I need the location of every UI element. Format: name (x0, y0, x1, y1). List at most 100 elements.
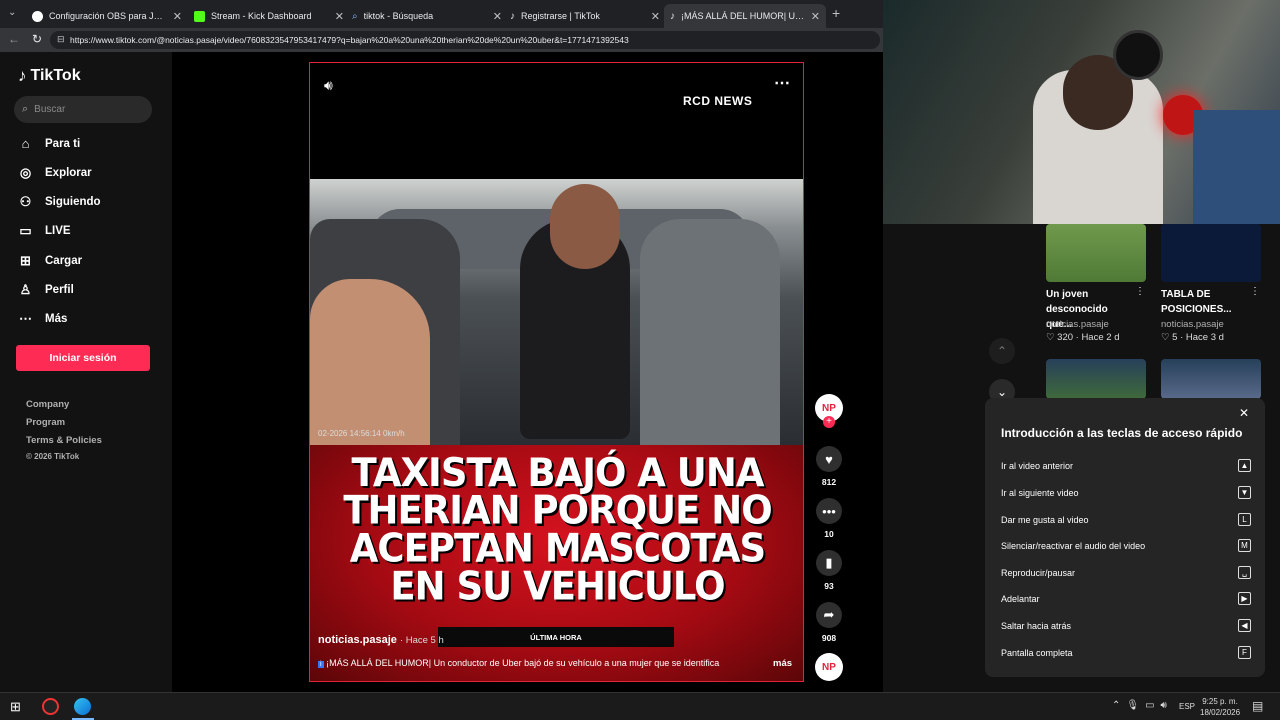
post-time: · Hace 5 h (399, 635, 444, 646)
footer-link-terms[interactable]: Terms & Policies (26, 435, 102, 446)
sidebar-item-label: Explorar (45, 167, 92, 179)
front-passenger-seat (640, 219, 780, 445)
windows-start-icon[interactable]: ⊞ (10, 699, 21, 715)
heart-icon: ♡ (1161, 332, 1173, 343)
shortcut-label: Ir al video anterior (1001, 460, 1074, 471)
tab-title: tiktok - Búsqueda (363, 11, 434, 21)
sound-avatar[interactable]: NP (815, 653, 843, 681)
shortcut-row: Ir al siguiente video ▼ (1001, 486, 1251, 499)
m-key-icon: M (1238, 539, 1251, 552)
sidebar-item-siguiendo[interactable]: ⚇ Siguiendo (18, 194, 101, 210)
live-icon: ▭ (19, 223, 32, 238)
save-button[interactable]: ▮ 93 (815, 550, 843, 591)
arrow-down-key-icon: ▼ (1238, 486, 1251, 499)
passenger-head (550, 184, 620, 269)
sidebar-item-perfil[interactable]: ♙ Perfil (18, 282, 74, 298)
close-icon[interactable]: ✕ (1239, 406, 1249, 420)
related-more-icon[interactable]: ⋮ (1250, 286, 1260, 297)
caption-more-link[interactable]: más (773, 658, 792, 669)
language-indicator[interactable]: ESP (1179, 702, 1195, 711)
close-tab-icon[interactable]: ✕ (651, 10, 660, 23)
sidebar-item-label: Siguiendo (45, 196, 101, 208)
search-input[interactable]: ⌕ Buscar (14, 96, 152, 123)
related-more-icon[interactable]: ⋮ (1135, 286, 1145, 297)
clock[interactable]: 9:25 p. m. 18/02/2026 (1200, 696, 1240, 718)
sidebar-item-mas[interactable]: ⋯ Más (18, 311, 67, 327)
system-tray-icons[interactable]: ⌃🎙︎▭🔊︎ (1112, 700, 1173, 711)
related-thumb-2[interactable] (1161, 224, 1261, 282)
video-frame-scene: 02-2026 14:56:14 0km/h (310, 179, 803, 445)
related-thumb-4[interactable] (1161, 359, 1261, 399)
comment-button[interactable]: ••• 10 (815, 498, 843, 539)
follow-plus-icon[interactable]: + (823, 416, 835, 428)
heart-icon: ♡ (1046, 332, 1058, 343)
video-options-icon[interactable]: ⋯ (774, 73, 790, 93)
shortcut-row: Dar me gusta al video L (1001, 513, 1251, 526)
browser-tab-3[interactable]: ⌕ tiktok - Búsqueda ✕ (346, 4, 508, 28)
shortcut-row: Saltar hacia atrás ◀ (1001, 619, 1251, 632)
copyright: © 2026 TikTok (26, 452, 80, 461)
tiktok-logo-icon: ♪ (18, 66, 27, 85)
notification-icon[interactable]: ▤ (1252, 699, 1263, 713)
browser-tab-1[interactable]: Configuración OBS para Jugar ✕ (26, 4, 188, 28)
shortcut-row: Ir al video anterior ▲ (1001, 459, 1251, 472)
back-icon[interactable]: ← (8, 32, 20, 46)
shortcut-label: Silenciar/reactivar el audio del video (1001, 540, 1146, 551)
arrow-left-key-icon: ◀ (1238, 619, 1251, 632)
obs-tab-icon (32, 10, 43, 22)
related-stats-text: 320 · Hace 2 d (1057, 332, 1120, 343)
info-icon: i (318, 661, 324, 668)
tiktok-logo[interactable]: ♪ TikTok (18, 66, 81, 86)
login-button[interactable]: Iniciar sesión (16, 345, 150, 371)
volume-icon[interactable]: 🔊︎ (324, 77, 333, 94)
comment-icon: ••• (816, 498, 842, 524)
site-info-icon[interactable]: ⊟ (57, 34, 65, 45)
close-tab-icon[interactable]: ✕ (493, 10, 502, 23)
author-name[interactable]: noticias.pasaje (318, 634, 397, 646)
sidebar-item-explorar[interactable]: ◎ Explorar (18, 165, 92, 181)
sidebar-item-label: LIVE (45, 225, 71, 237)
tab-title: ¡MÁS ALLÁ DEL HUMOR| Un co (681, 11, 805, 21)
sidebar-item-cargar[interactable]: ⊞ Cargar (18, 253, 82, 269)
reload-icon[interactable]: ↻ (32, 32, 42, 46)
tab-title: Stream - Kick Dashboard (211, 11, 312, 21)
address-bar[interactable]: ⊟ https://www.tiktok.com/@noticias.pasaj… (50, 31, 880, 49)
sidebar-item-label: Para ti (45, 137, 81, 150)
edge-app-icon[interactable] (74, 698, 91, 715)
windows-taskbar: ⊞ ⌃🎙︎▭🔊︎ ESP 9:25 p. m. 18/02/2026 ▤ (0, 692, 1280, 720)
close-tab-icon[interactable]: ✕ (335, 10, 344, 23)
share-button[interactable]: ➦ 908 (815, 602, 843, 643)
browser-tab-4[interactable]: ♪ Registrarse | TikTok ✕ (504, 4, 666, 28)
obs-app-icon[interactable] (42, 698, 59, 715)
save-count: 93 (824, 581, 834, 591)
keyboard-shortcuts-popup: ✕ Introducción a las teclas de acceso rá… (985, 398, 1265, 677)
footer-link-program[interactable]: Program (26, 417, 65, 428)
browser-tab-strip: ⌄ Configuración OBS para Jugar ✕ Stream … (0, 0, 883, 28)
video-caption: i ¡MÁS ALLÁ DEL HUMOR| Un conductor de U… (318, 658, 758, 668)
footer-link-company[interactable]: Company (26, 399, 69, 410)
new-tab-icon[interactable]: + (832, 5, 840, 21)
shortcut-label: Pantalla completa (1001, 647, 1073, 658)
author-avatar[interactable]: NP + (815, 394, 843, 428)
shortcut-row: Pantalla completa F (1001, 646, 1251, 659)
breaking-news-ticker: ÚLTIMA HORA (438, 627, 674, 647)
related-thumb-1[interactable] (1046, 224, 1146, 282)
sidebar-item-para-ti[interactable]: ⌂ Para ti (18, 136, 81, 151)
close-tab-icon[interactable]: ✕ (173, 10, 182, 23)
shortcut-label: Dar me gusta al video (1001, 514, 1089, 525)
close-tab-icon[interactable]: ✕ (811, 10, 820, 23)
arrow-up-key-icon: ▲ (1238, 459, 1251, 472)
related-title-2[interactable]: TABLA DE POSICIONES... (1161, 287, 1251, 317)
tiktok-tab-icon: ♪ (670, 10, 675, 22)
browser-tab-2[interactable]: Stream - Kick Dashboard ✕ (188, 4, 350, 28)
related-thumb-3[interactable] (1046, 359, 1146, 399)
scroll-up-button[interactable]: ⌃ (989, 338, 1015, 364)
like-button[interactable]: ♥ 812 (815, 446, 843, 487)
dashcam-timestamp: 02-2026 14:56:14 0km/h (318, 429, 405, 438)
video-player[interactable]: 🔊︎ ⋯ RCD NEWS 02-2026 14:56:14 0km/h TAX… (309, 62, 804, 682)
tab-search-icon[interactable]: ⌄ (8, 7, 16, 18)
sidebar-item-live[interactable]: ▭ LIVE (18, 223, 71, 239)
l-key-icon: L (1238, 513, 1251, 526)
browser-tab-5-active[interactable]: ♪ ¡MÁS ALLÁ DEL HUMOR| Un co ✕ (664, 4, 826, 28)
driver-figure (310, 279, 430, 445)
